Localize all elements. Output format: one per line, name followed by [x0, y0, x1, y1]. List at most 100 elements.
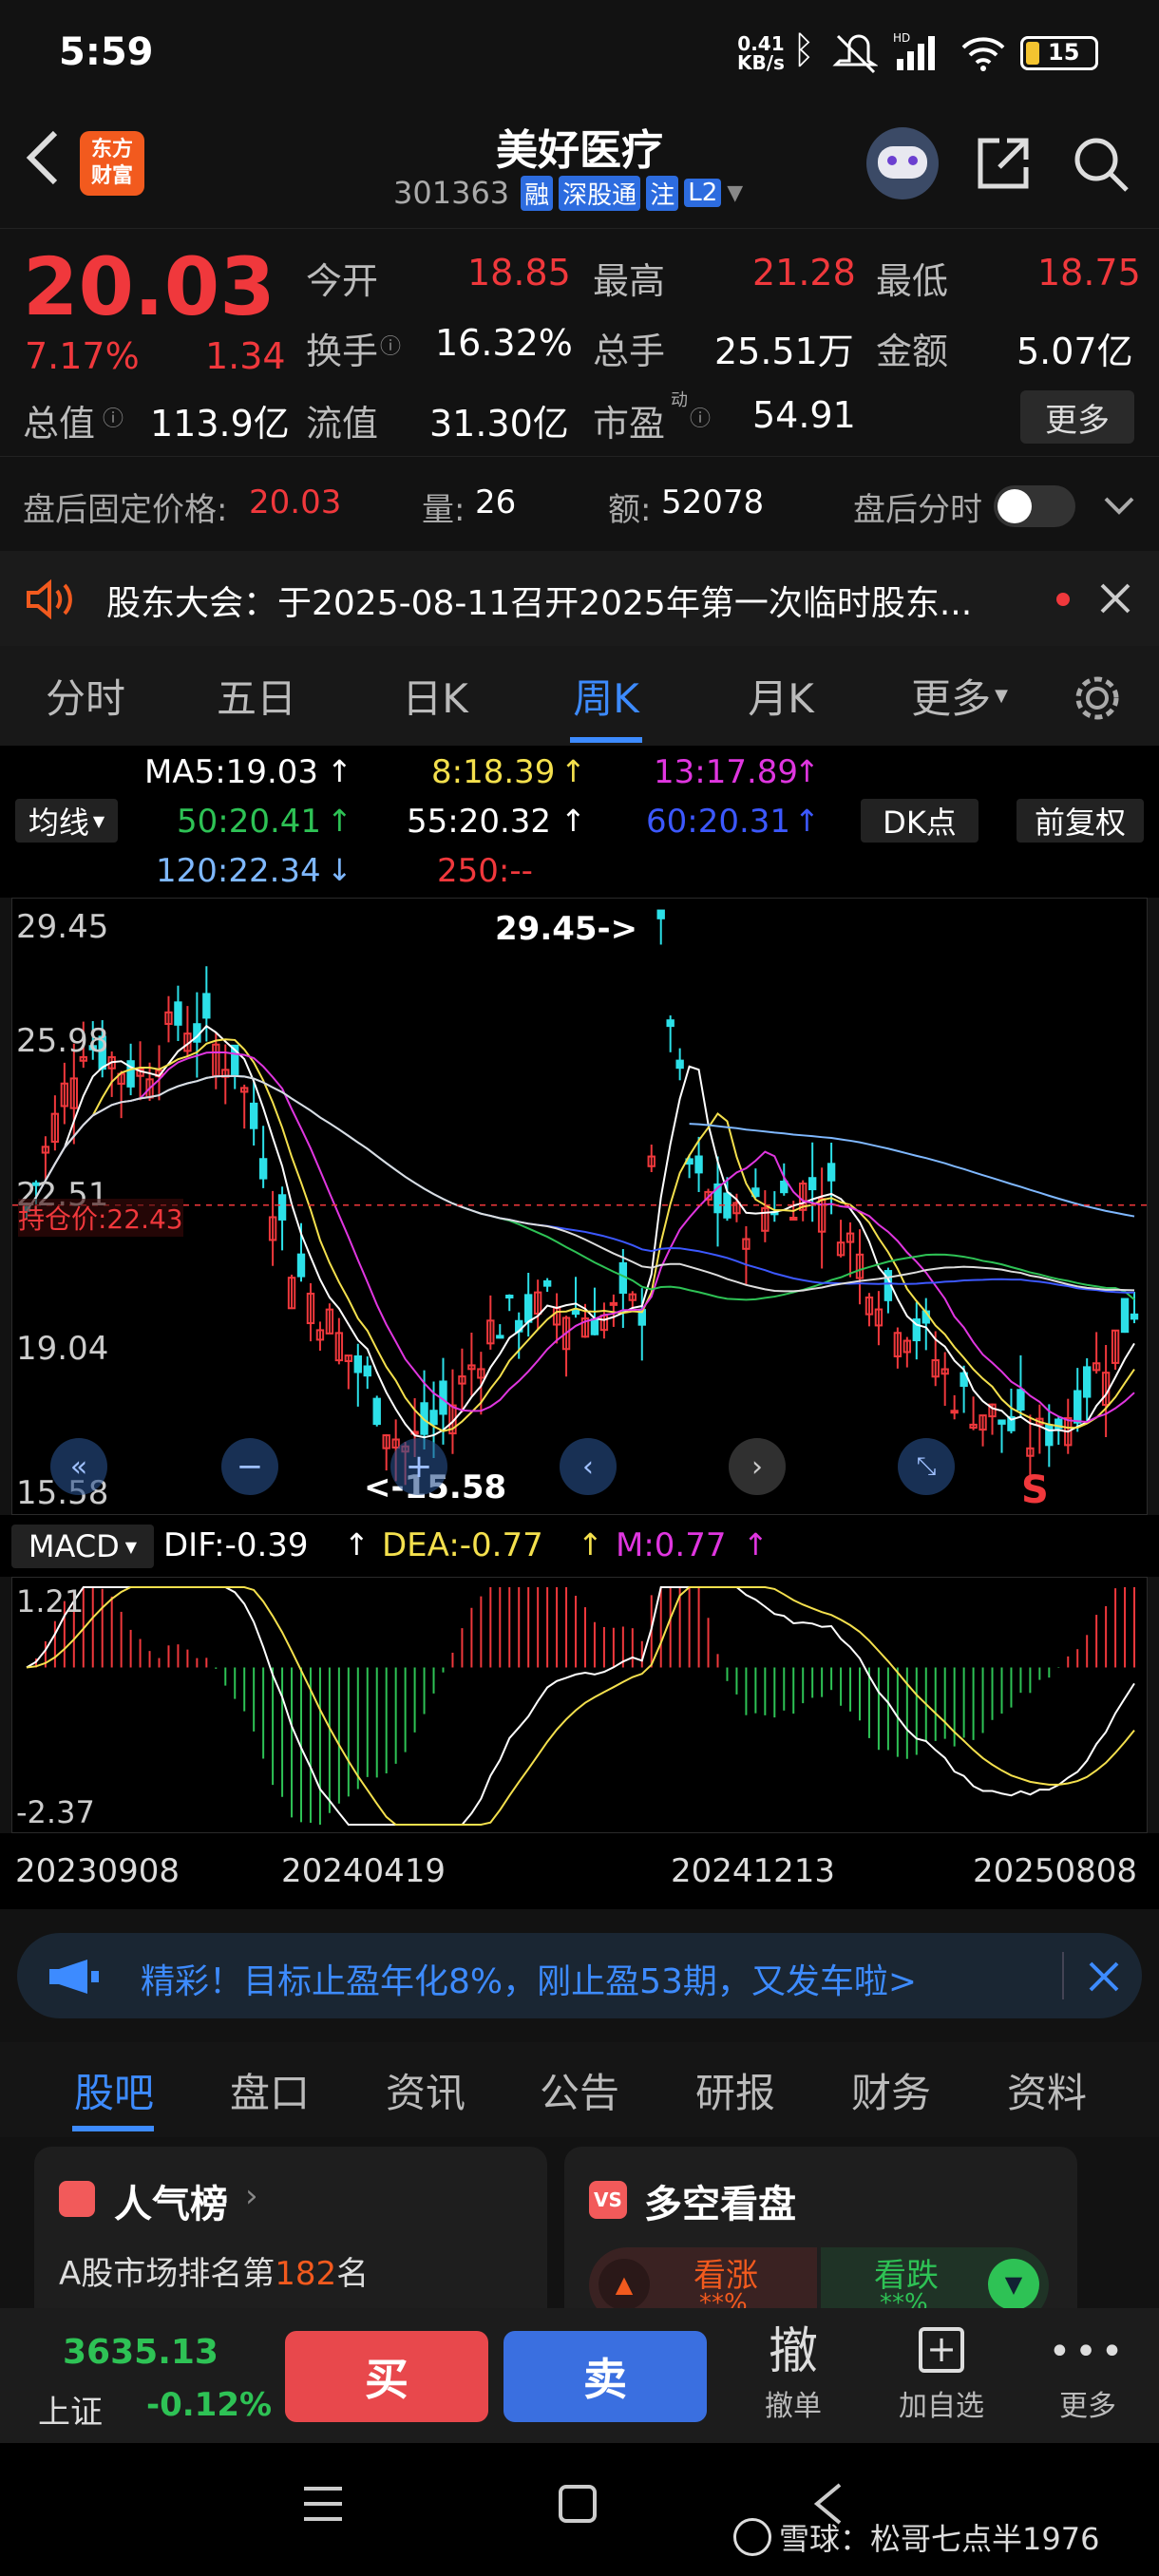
chevron-down-icon[interactable]	[1102, 491, 1136, 520]
tab-guba[interactable]: 股吧	[48, 2042, 180, 2137]
tab-profile[interactable]: 资料	[980, 2042, 1113, 2137]
kline-chart[interactable]: 29.45 25.98 22.51 19.04 15.58 持仓价:22.43 …	[11, 898, 1149, 1515]
caret-down-icon: ▼	[92, 811, 105, 830]
arrow-up-icon: ↑	[344, 1526, 370, 1563]
info-icon[interactable]: ⓘ	[690, 402, 711, 432]
settings-icon[interactable]	[1072, 672, 1123, 724]
tab-announcements[interactable]: 公告	[513, 2042, 646, 2137]
index-percent: -0.12%	[146, 2386, 273, 2424]
m-value: M:0.77	[616, 1526, 727, 1564]
tab-pankou[interactable]: 盘口	[203, 2042, 336, 2137]
action-bar: 3635.13 上证 -0.12% 买 卖 撤 撤单 + 加自选 ••• 更多	[0, 2308, 1159, 2443]
macd-chart[interactable]: 1.21 -2.37	[11, 1577, 1148, 1833]
more-actions-label: 更多	[1059, 2390, 1116, 2423]
candle-body	[277, 1194, 287, 1221]
macd-select[interactable]: MACD ▼	[11, 1525, 154, 1568]
more-actions-button[interactable]: ••• 更多	[1036, 2321, 1140, 2435]
zoom-in-icon[interactable]: +	[390, 1438, 447, 1495]
high-annotation: 29.45->	[495, 910, 638, 948]
popularity-rank-line: A股市场排名第182名	[59, 2247, 369, 2294]
cancel-order-button[interactable]: 撤 撤单	[741, 2321, 846, 2435]
rank-value: 182	[275, 2255, 337, 2293]
indicator-select[interactable]: 均线 ▼	[15, 799, 118, 843]
search-icon[interactable]	[1070, 133, 1130, 194]
tab-weekly-k[interactable]: 周K	[540, 646, 673, 746]
arrow-up-icon: ↑	[560, 753, 586, 789]
float-value: 31.30亿	[429, 403, 569, 445]
after-hours-toggle[interactable]	[994, 485, 1075, 527]
pe-superscript: 动	[671, 390, 688, 410]
back-icon[interactable]	[21, 127, 63, 188]
tag-sgt: 深股通	[559, 175, 641, 211]
candle-body	[296, 1253, 306, 1278]
period-tabs: 分时 五日 日K 周K 月K 更多 ▼	[0, 646, 1159, 746]
sell-button[interactable]: 卖	[504, 2331, 707, 2422]
info-icon[interactable]: ⓘ	[103, 402, 124, 432]
watermark-text: 雪球：松哥七点半1976	[779, 2521, 1100, 2557]
volume-label: 总手	[593, 331, 666, 372]
candle-body	[789, 1217, 798, 1222]
candle-body	[249, 1102, 258, 1129]
tab-research[interactable]: 研报	[669, 2042, 802, 2137]
caret-down-icon: ▼	[124, 1537, 138, 1556]
arrow-up-icon: ↑	[327, 803, 352, 839]
arrow-up-icon: ↑	[794, 803, 820, 839]
close-icon[interactable]	[1087, 1960, 1121, 1994]
buy-button[interactable]: 买	[285, 2331, 488, 2422]
scroll-left-fast-icon[interactable]: «	[50, 1438, 107, 1495]
add-watchlist-button[interactable]: + 加自选	[880, 2321, 1003, 2435]
candle-body	[675, 1059, 684, 1070]
logo-text-1: 东方	[90, 138, 133, 161]
dropdown-icon[interactable]: ▼	[727, 181, 743, 205]
robot-assistant-icon[interactable]	[866, 127, 939, 199]
candle-body	[353, 1354, 362, 1373]
share-icon[interactable]	[973, 133, 1034, 194]
y-label-4: 19.04	[16, 1330, 109, 1368]
recents-icon[interactable]	[300, 2483, 346, 2525]
tab-intraday[interactable]: 分时	[19, 646, 152, 746]
scroll-right-icon[interactable]: ›	[729, 1438, 786, 1495]
cancel-order-label: 撤单	[765, 2390, 822, 2423]
info-icon[interactable]: ⓘ	[380, 330, 401, 360]
tab-more[interactable]: 更多 ▼	[893, 646, 1026, 746]
after-hours-bar: 盘后固定价格: 20.03 量: 26 额: 52078 盘后分时	[0, 456, 1159, 551]
arrow-up-icon: ↑	[327, 753, 352, 789]
ranking-icon	[59, 2181, 95, 2217]
fullscreen-icon[interactable]: ⤡	[898, 1438, 955, 1495]
tab-news[interactable]: 资讯	[359, 2042, 492, 2137]
net-speed: 0.41 KB/s	[737, 34, 785, 72]
open-label: 今开	[306, 260, 379, 302]
high-label: 最高	[593, 260, 666, 302]
date-label-1: 20230908	[15, 1852, 180, 1890]
close-icon[interactable]	[1098, 581, 1132, 616]
candle-body	[1130, 1313, 1139, 1320]
more-button[interactable]: 更多	[1020, 390, 1134, 444]
tab-five-day[interactable]: 五日	[190, 646, 323, 746]
tab-daily-k[interactable]: 日K	[369, 646, 502, 746]
promo-banner[interactable]: 精彩！目标止盈年化8%，刚止盈53期，又发车啦>	[17, 1933, 1142, 2018]
dk-point-button[interactable]: DK点	[861, 799, 978, 843]
tab-finance[interactable]: 财务	[825, 2042, 958, 2137]
notice-bar[interactable]: 股东大会：于2025-08-11召开2025年第一次临时股东...	[0, 551, 1159, 646]
arrow-up-icon: ↑	[743, 1526, 769, 1563]
battery-level: 15	[1048, 39, 1080, 66]
date-label-2: 20240419	[281, 1852, 446, 1890]
adjust-mode-button[interactable]: 前复权	[1016, 799, 1144, 843]
triangle-down-icon: ▼	[988, 2259, 1039, 2310]
candle-body	[1082, 1366, 1092, 1398]
xueqiu-logo	[733, 2518, 771, 2556]
date-label-4: 20250808	[973, 1852, 1138, 1890]
home-icon[interactable]	[555, 2481, 600, 2527]
ma60-line	[26, 1074, 1135, 1294]
ma13-value: 13:17.89	[654, 753, 799, 791]
zoom-out-icon[interactable]: −	[221, 1438, 278, 1495]
stock-code: 301363	[393, 175, 510, 211]
tab-monthly-k[interactable]: 月K	[714, 646, 847, 746]
total-value: 113.9亿	[150, 403, 290, 445]
candle-body	[258, 1158, 268, 1180]
eastmoney-logo[interactable]: 东方 财富	[80, 131, 144, 196]
tag-rong: 融	[521, 175, 554, 211]
stock-name: 美好医疗	[496, 126, 663, 175]
ma8-value: 8:18.39	[431, 753, 556, 791]
scroll-left-icon[interactable]: ‹	[560, 1438, 617, 1495]
